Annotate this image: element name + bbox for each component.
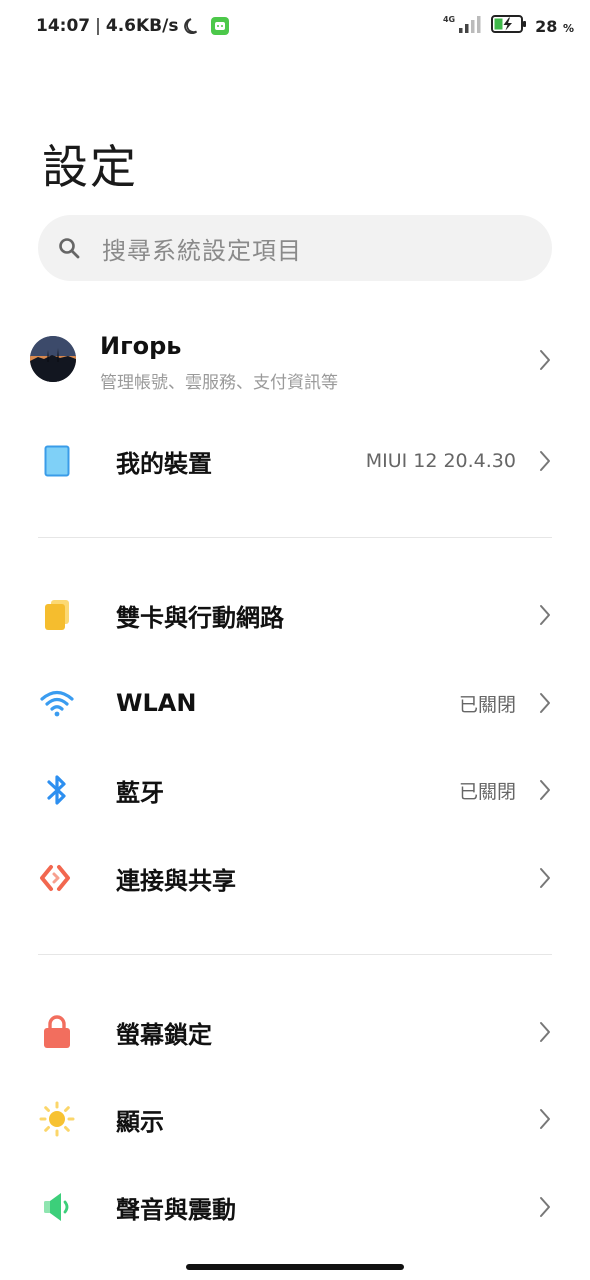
bluetooth-status: 已關閉 (458, 780, 516, 803)
chevron-right-icon (536, 1195, 554, 1219)
speaker-icon (38, 1188, 76, 1226)
my-device-label: 我的裝置 (116, 449, 212, 478)
account-name: Игорь (100, 332, 182, 360)
section-divider (38, 537, 552, 538)
connection-sharing-row[interactable]: 連接與共享 (0, 855, 590, 901)
connection-sharing-label: 連接與共享 (116, 866, 236, 895)
chevron-right-icon (536, 449, 554, 473)
wlan-row[interactable]: WLAN 已關閉 (0, 680, 590, 726)
bluetooth-icon (38, 771, 76, 809)
status-net-speed: 4.6KB/s (105, 16, 179, 36)
sound-vibration-label: 聲音與震動 (116, 1195, 236, 1224)
display-row[interactable]: 顯示 (0, 1096, 590, 1142)
status-separator: | (95, 16, 101, 36)
page-title: 設定 (42, 140, 138, 194)
avatar (30, 336, 76, 382)
lock-screen-row[interactable]: 螢幕鎖定 (0, 1009, 590, 1055)
search-bar[interactable]: 搜尋系統設定項目 (38, 215, 552, 281)
sim-network-label: 雙卡與行動網路 (116, 603, 284, 632)
account-row[interactable]: Игорь 管理帳號、雲服務、支付資訊等 (0, 330, 590, 393)
battery-unit: % (562, 21, 574, 35)
sim-card-icon (38, 596, 76, 634)
chevron-right-icon (536, 1020, 554, 1044)
bluetooth-row[interactable]: 藍牙 已關閉 (0, 767, 590, 813)
status-bar-right: 4G 28 % (443, 14, 574, 38)
home-indicator[interactable] (186, 1264, 404, 1270)
status-time: 14:07 (36, 16, 91, 36)
my-device-row[interactable]: 我的裝置 MIUI 12 20.4.30 (0, 438, 590, 484)
bluetooth-label: 藍牙 (116, 778, 164, 807)
battery-value: 28 (535, 16, 558, 36)
wifi-icon (38, 684, 76, 722)
chevron-right-icon (536, 1107, 554, 1131)
battery-charging-icon (491, 14, 527, 38)
account-subtitle: 管理帳號、雲服務、支付資訊等 (100, 373, 338, 393)
status-bar-left: 14:07 | 4.6KB/s (36, 14, 230, 38)
network-type: 4G (442, 15, 456, 24)
moon-icon (184, 17, 202, 35)
display-label: 顯示 (116, 1107, 164, 1136)
my-device-version: MIUI 12 20.4.30 (365, 450, 516, 472)
search-icon (58, 237, 80, 259)
wlan-label: WLAN (116, 689, 197, 717)
battery-level: 28 % (535, 17, 574, 36)
search-placeholder: 搜尋系統設定項目 (102, 236, 302, 265)
chevron-right-icon (536, 348, 554, 372)
chevron-right-icon (536, 603, 554, 627)
share-connection-icon (38, 859, 76, 897)
chevron-right-icon (536, 691, 554, 715)
status-bar: 14:07 | 4.6KB/s 4G 28 % (0, 0, 590, 52)
android-notification-icon (210, 16, 230, 36)
chevron-right-icon (536, 778, 554, 802)
sound-vibration-row[interactable]: 聲音與震動 (0, 1184, 590, 1230)
section-divider (38, 954, 552, 955)
lock-icon (38, 1013, 76, 1051)
chevron-right-icon (536, 866, 554, 890)
tablet-icon (38, 442, 76, 480)
lock-screen-label: 螢幕鎖定 (116, 1020, 212, 1049)
sim-network-row[interactable]: 雙卡與行動網路 (0, 592, 590, 638)
signal-icon (457, 15, 483, 37)
sun-icon (38, 1100, 76, 1138)
wlan-status: 已關閉 (458, 693, 516, 716)
